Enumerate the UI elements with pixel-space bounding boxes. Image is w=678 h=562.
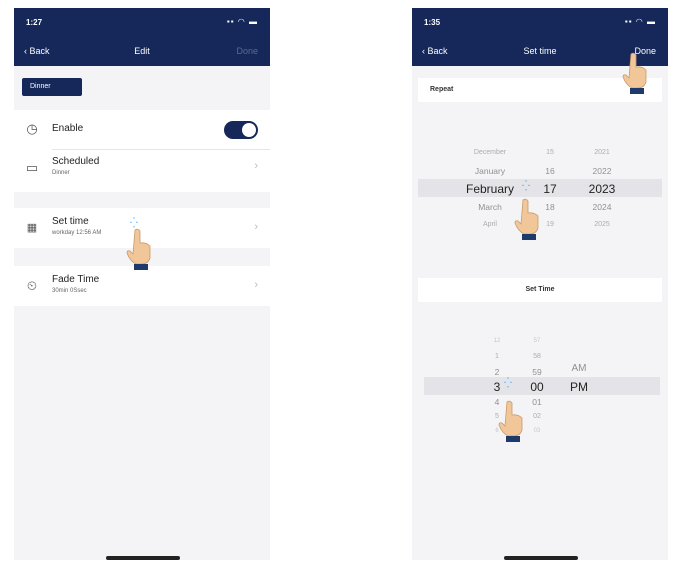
- nav-bar: ‹ Back Edit Done: [14, 38, 270, 66]
- date-year-option[interactable]: 2021: [572, 149, 632, 156]
- repeat-label: Repeat: [430, 86, 454, 93]
- time-hour-option[interactable]: 1: [482, 353, 512, 360]
- date-month-option[interactable]: February: [450, 182, 530, 196]
- date-year-option[interactable]: 2024: [572, 202, 632, 212]
- fade-time-value: 30min 0Ssec: [52, 288, 87, 294]
- page-title: Edit: [134, 46, 150, 56]
- done-button[interactable]: Done: [236, 46, 258, 56]
- date-day-option[interactable]: 16: [530, 166, 570, 176]
- time-minute-option[interactable]: 57: [522, 338, 552, 344]
- time-minute-option[interactable]: 03: [522, 428, 552, 434]
- alarm-clock-icon: ⏲: [26, 278, 38, 293]
- enable-toggle[interactable]: [224, 121, 258, 139]
- pointing-hand-icon: [498, 400, 523, 442]
- tag-area: Dinner: [14, 66, 270, 110]
- pointing-hand-icon: [126, 228, 151, 270]
- status-time: 1:27: [26, 18, 43, 27]
- schedule-icon: ▭: [25, 160, 39, 175]
- tap-indicator-icon: ⁛: [522, 181, 530, 192]
- set-time-screen: 1:35 ▪▪ ◠ ▬ ‹ Back Set time Done Repeat …: [412, 8, 668, 560]
- home-indicator: [106, 556, 180, 560]
- time-hour-option[interactable]: 2: [482, 367, 512, 377]
- time-minute-option[interactable]: 02: [522, 413, 552, 420]
- status-time: 1:35: [424, 18, 441, 27]
- scheduled-label: Scheduled: [52, 156, 100, 167]
- time-minute-option[interactable]: 01: [522, 397, 552, 407]
- divider: [52, 149, 270, 150]
- time-minute-option[interactable]: 00: [522, 380, 552, 394]
- clock-icon: ◷: [26, 121, 38, 136]
- status-bar: 1:35 ▪▪ ◠ ▬: [412, 8, 668, 38]
- set-time-header: Set Time: [525, 286, 555, 293]
- time-ampm-option[interactable]: AM: [562, 363, 596, 374]
- home-indicator: [504, 556, 578, 560]
- pointing-hand-icon: [514, 198, 539, 240]
- date-year-option[interactable]: 2022: [572, 166, 632, 176]
- calendar-icon: ▦: [26, 222, 38, 234]
- date-year-option[interactable]: 2025: [572, 221, 632, 228]
- set-time-label: Set time: [52, 216, 89, 227]
- set-time-header-row: Set Time: [418, 278, 662, 302]
- date-day-option[interactable]: 15: [530, 149, 570, 156]
- date-month-option[interactable]: January: [450, 166, 530, 176]
- status-bar: 1:27 ▪▪ ◠ ▬: [14, 8, 270, 38]
- chevron-right-icon: ›: [254, 221, 258, 233]
- pointing-hand-icon: [622, 52, 647, 94]
- chevron-right-icon: ›: [254, 279, 258, 291]
- edit-screen: 1:27 ▪▪ ◠ ▬ ‹ Back Edit Done Dinner ◷ En…: [14, 8, 270, 560]
- scene-tag[interactable]: Dinner: [22, 78, 82, 96]
- enable-label: Enable: [52, 123, 84, 134]
- date-month-option[interactable]: December: [450, 149, 530, 156]
- time-hour-option[interactable]: 12: [482, 338, 512, 344]
- set-time-value: workday 12:56 AM: [52, 230, 102, 236]
- fade-time-row[interactable]: ⏲ Fade Time 30min 0Ssec ›: [14, 266, 270, 306]
- time-minute-option[interactable]: 59: [522, 367, 552, 377]
- enable-scheduled-group: ◷ Enable ▭ Scheduled Dinner ›: [14, 110, 270, 192]
- fade-time-label: Fade Time: [52, 274, 100, 285]
- chevron-right-icon: ›: [254, 160, 258, 172]
- time-minute-option[interactable]: 58: [522, 353, 552, 360]
- toggle-knob: [242, 123, 256, 137]
- scheduled-value: Dinner: [52, 170, 70, 176]
- date-day-option[interactable]: 17: [530, 182, 570, 196]
- status-icons: ▪▪ ◠ ▬: [226, 17, 258, 26]
- time-ampm-option[interactable]: PM: [562, 380, 596, 394]
- status-icons: ▪▪ ◠ ▬: [624, 17, 656, 26]
- tap-indicator-icon: ⁛: [504, 378, 512, 389]
- date-year-option[interactable]: 2023: [572, 182, 632, 196]
